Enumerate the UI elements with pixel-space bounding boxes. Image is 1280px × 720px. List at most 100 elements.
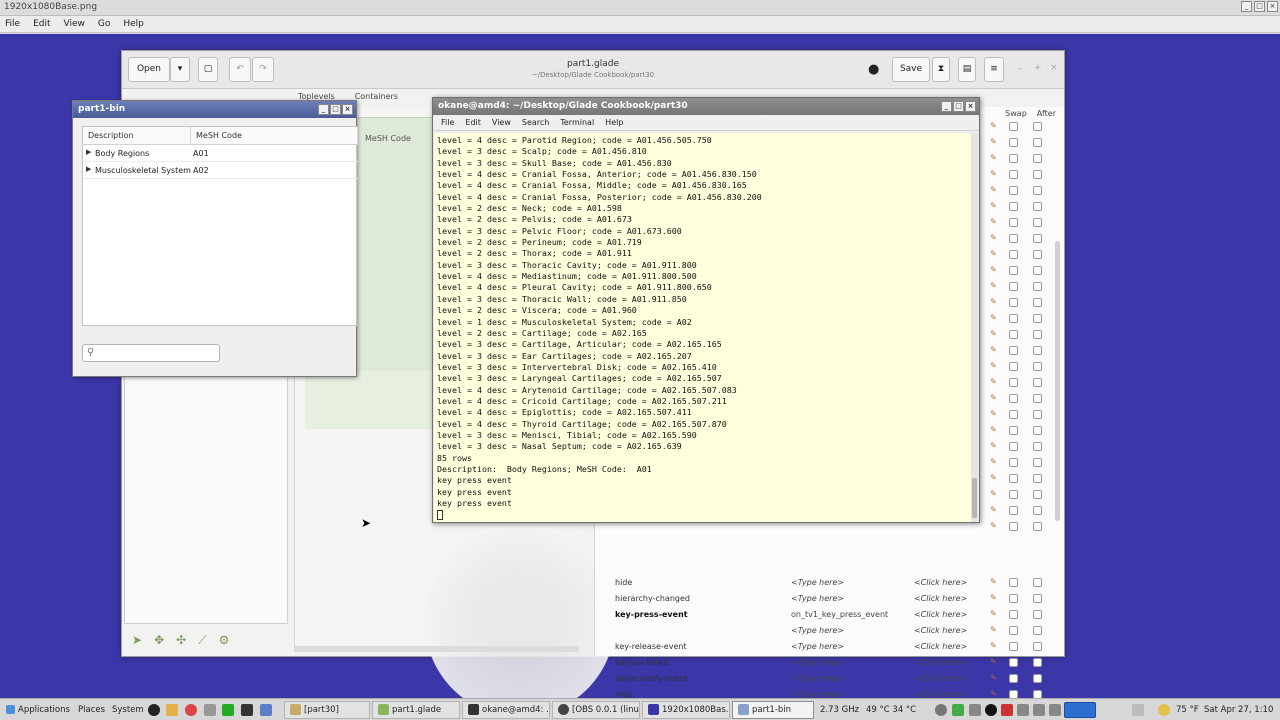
swap-checkbox[interactable] (1009, 282, 1018, 291)
swap-checkbox[interactable] (1009, 490, 1018, 499)
tree-row[interactable]: ▶ Body Regions A01 (83, 145, 358, 162)
swap-checkbox[interactable] (1009, 522, 1018, 531)
after-checkbox[interactable] (1033, 610, 1042, 619)
swap-checkbox[interactable] (1009, 202, 1018, 211)
edit-pencil-icon[interactable]: ✎ (990, 185, 998, 194)
obs-icon[interactable] (148, 704, 160, 716)
maximize-icon[interactable]: □ (1254, 1, 1265, 12)
after-checkbox[interactable] (1033, 218, 1042, 227)
meshcode-column-header[interactable]: MeSH Code (191, 127, 358, 145)
task-glade[interactable]: part1.glade (372, 701, 460, 719)
swap-checkbox[interactable] (1009, 314, 1018, 323)
swap-checkbox[interactable] (1009, 674, 1018, 683)
clock[interactable]: Sat Apr 27, 1:10 PM (1204, 702, 1280, 718)
monitor-icon[interactable] (222, 704, 234, 716)
edit-pencil-icon[interactable]: ✎ (990, 625, 998, 634)
handler-field[interactable]: <Type here> (791, 674, 844, 683)
places-menu[interactable]: Places (78, 702, 105, 718)
swap-checkbox[interactable] (1009, 458, 1018, 467)
menu-view[interactable]: View (64, 19, 85, 29)
swap-checkbox[interactable] (1009, 250, 1018, 259)
system-menu[interactable]: System (112, 702, 144, 718)
edit-pencil-icon[interactable]: ✎ (990, 169, 998, 178)
save-as-button[interactable]: ⧗ (932, 57, 950, 82)
edit-pencil-icon[interactable]: ✎ (990, 441, 998, 450)
task-obs[interactable]: [OBS 0.0.1 (linu... (552, 701, 640, 719)
swap-checkbox[interactable] (1009, 506, 1018, 515)
after-checkbox[interactable] (1033, 234, 1042, 243)
swap-checkbox[interactable] (1009, 594, 1018, 603)
edit-pencil-icon[interactable]: ✎ (990, 297, 998, 306)
task-image-viewer[interactable]: 1920x1080Bas... (642, 701, 730, 719)
edit-pencil-icon[interactable]: ✎ (990, 121, 998, 130)
signal-row[interactable]: keynav-failed <Type here> <Click here> ✎ (595, 655, 1065, 671)
signal-row[interactable]: hide <Type here> <Click here> ✎ (595, 575, 1065, 591)
margin-icon[interactable]: ⟋ (198, 633, 206, 648)
swap-checkbox[interactable] (1009, 170, 1018, 179)
edit-pencil-icon[interactable]: ✎ (990, 249, 998, 258)
edit-pencil-icon[interactable]: ✎ (990, 473, 998, 482)
maximize-icon[interactable]: □ (953, 101, 964, 112)
menu-help[interactable]: Help (605, 118, 623, 127)
close-icon[interactable]: × (342, 104, 353, 115)
menu-search[interactable]: Search (522, 118, 549, 127)
edit-pencil-icon[interactable]: ✎ (990, 137, 998, 146)
edit-pencil-icon[interactable]: ✎ (990, 409, 998, 418)
edit-pencil-icon[interactable]: ✎ (990, 377, 998, 386)
maximize-icon[interactable]: □ (330, 104, 341, 115)
swap-checkbox[interactable] (1009, 394, 1018, 403)
signal-row[interactable]: key-press-event on_tv1_key_press_event <Cl… (595, 607, 1065, 623)
swap-checkbox[interactable] (1009, 234, 1018, 243)
handler-field[interactable]: <Type here> (791, 626, 844, 635)
after-checkbox[interactable] (1033, 330, 1042, 339)
edit-pencil-icon[interactable]: ✎ (990, 281, 998, 290)
swap-checkbox[interactable] (1009, 626, 1018, 635)
signal-row[interactable]: key-release-event <Type here> <Click here>… (595, 639, 1065, 655)
handler-field[interactable]: <Type here> (791, 578, 844, 587)
after-checkbox[interactable] (1033, 642, 1042, 651)
edit-pencil-icon[interactable]: ✎ (990, 313, 998, 322)
edit-pencil-icon[interactable]: ✎ (990, 689, 998, 698)
edit-pencil-icon[interactable]: ✎ (990, 505, 998, 514)
task-part1-bin[interactable]: part1-bin (732, 701, 814, 719)
menu-help[interactable]: Help (123, 19, 144, 29)
after-checkbox[interactable] (1033, 138, 1042, 147)
after-checkbox[interactable] (1033, 186, 1042, 195)
edit-pencil-icon[interactable]: ✎ (990, 657, 998, 666)
align-icon[interactable]: ⚙ (219, 633, 230, 648)
maximize-icon[interactable]: + (1034, 63, 1042, 73)
save-button[interactable]: Save (892, 57, 930, 82)
terminal-icon[interactable] (241, 704, 253, 716)
entry-preview[interactable] (305, 371, 445, 429)
after-checkbox[interactable] (1033, 522, 1042, 531)
swap-checkbox[interactable] (1009, 474, 1018, 483)
move-icon[interactable]: ✥ (154, 633, 164, 648)
signal-row[interactable]: hierarchy-changed <Type here> <Click here>… (595, 591, 1065, 607)
close-icon[interactable]: × (1050, 63, 1058, 73)
after-checkbox[interactable] (1033, 458, 1042, 467)
user-data-field[interactable]: <Click here> (914, 626, 967, 635)
handler-field[interactable]: <Type here> (791, 594, 844, 603)
edit-pencil-icon[interactable]: ✎ (990, 393, 998, 402)
menu-go[interactable]: Go (98, 19, 110, 29)
after-checkbox[interactable] (1033, 170, 1042, 179)
vertical-scrollbar[interactable] (1055, 241, 1060, 521)
swap-checkbox[interactable] (1009, 442, 1018, 451)
terminal-scrollbar[interactable] (971, 133, 978, 522)
edit-pencil-icon[interactable]: ✎ (990, 425, 998, 434)
search-input[interactable]: ⚲ (82, 344, 220, 362)
preview-button[interactable]: ▤ (958, 57, 976, 82)
swap-checkbox[interactable] (1009, 266, 1018, 275)
swap-checkbox[interactable] (1009, 346, 1018, 355)
workspace-switcher[interactable] (1064, 702, 1096, 718)
after-checkbox[interactable] (1033, 578, 1042, 587)
after-checkbox[interactable] (1033, 626, 1042, 635)
after-checkbox[interactable] (1033, 282, 1042, 291)
after-checkbox[interactable] (1033, 346, 1042, 355)
edit-pencil-icon[interactable]: ✎ (990, 641, 998, 650)
user-data-field[interactable]: <Click here> (914, 658, 967, 667)
after-checkbox[interactable] (1033, 122, 1042, 131)
after-checkbox[interactable] (1033, 442, 1042, 451)
after-checkbox[interactable] (1033, 490, 1042, 499)
after-checkbox[interactable] (1033, 298, 1042, 307)
